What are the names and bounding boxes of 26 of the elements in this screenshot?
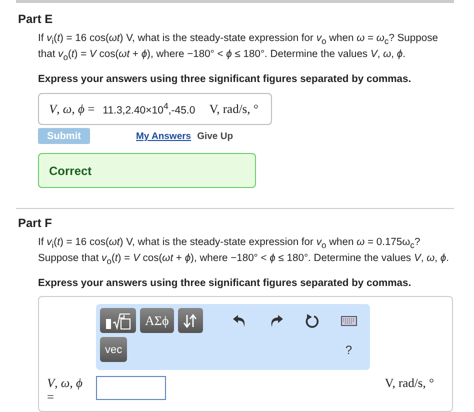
reset-icon[interactable] <box>305 314 319 328</box>
keyboard-icon[interactable] <box>341 316 357 326</box>
symbols-button[interactable]: ΑΣϕ <box>140 308 174 334</box>
part-title: Part E <box>18 12 54 26</box>
up-down-arrows-icon <box>183 312 198 329</box>
answer-label: V, ω, ϕ = <box>49 102 95 117</box>
feedback-text: Correct <box>49 164 92 178</box>
question-text: If v$_{i}$(t) = 16 cos(ωt) V, what is the steady-state expression for v$_{o}$ when ω = 0.175ω$_{c}$? Suppose that v$_{o}$(t) = V cos(ωt + ϕ), where −180° < ϕ ≤ 180°. Determine the values V, ω, ϕ. <box>38 236 450 268</box>
give-up-link[interactable]: Give Up <box>197 130 233 142</box>
answer-units: V, rad/s, ° <box>384 376 434 392</box>
help-button[interactable]: ? <box>345 342 352 357</box>
answers-link[interactable]: My Answers <box>136 130 192 142</box>
arrows-button[interactable] <box>178 308 203 334</box>
instruction-text: Express your answers using three significant figures separated by commas. <box>38 278 412 290</box>
templates-button[interactable] <box>100 308 136 334</box>
instruction-text: Express your answers using three significant figures separated by commas. <box>38 74 412 86</box>
undo-icon[interactable] <box>233 314 247 327</box>
part-title: Part F <box>18 216 54 230</box>
vector-button[interactable]: vec <box>100 337 128 362</box>
answer-input[interactable] <box>96 376 166 400</box>
answer-value: 11.3,2.40×10$^{4}$,-45.0 <box>102 101 196 117</box>
question-text: If v$_{i}$(t) = 16 cos(ωt) V, what is the steady-state expression for v$_{o}$ when ω = ω$_{c}$? Suppose that v$_{o}$(t) = V cos(ωt + ϕ), where −180° < ϕ ≤ 180°. Determine the values V, ω, ϕ. <box>38 32 439 64</box>
answer-label: V, ω, ϕ = <box>47 376 84 404</box>
answer-units: V, rad/s, ° <box>209 102 258 117</box>
redo-icon[interactable] <box>269 314 283 327</box>
square-root-icon <box>105 312 131 330</box>
